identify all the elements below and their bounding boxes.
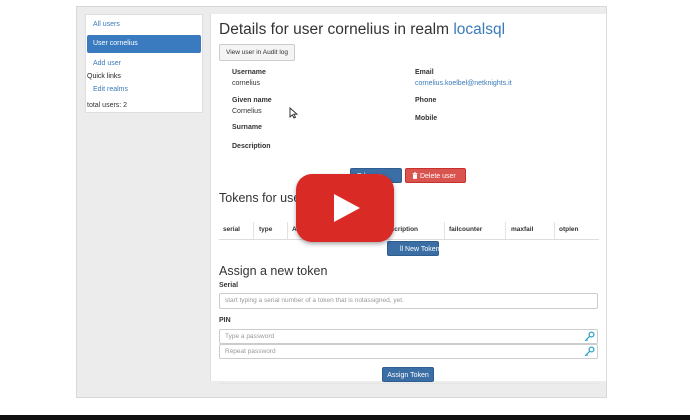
pin-label: PIN xyxy=(219,317,231,324)
key-icon[interactable] xyxy=(584,346,595,357)
assign-token-button[interactable]: Assign Token xyxy=(382,367,434,382)
given-name-value: Cornelius xyxy=(232,108,262,115)
realm-link[interactable]: localsql xyxy=(453,21,505,38)
bottom-bar xyxy=(0,415,690,420)
view-audit-log-button[interactable]: View user in Audit log xyxy=(219,44,296,61)
given-name-label: Given name xyxy=(232,97,272,104)
email-value[interactable]: cornelius.koelbel@netknights.it xyxy=(415,80,512,87)
serial-label: Serial xyxy=(219,282,239,289)
col-divider xyxy=(554,222,555,240)
play-icon xyxy=(334,194,360,222)
key-icon[interactable] xyxy=(584,331,595,342)
page-title: Details for user cornelius in realm loca… xyxy=(219,21,505,39)
col-divider xyxy=(287,222,288,240)
tokens-title: Tokens for user xyxy=(219,191,305,205)
nav-current-user[interactable]: User cornelius xyxy=(87,35,201,53)
main-panel: Details for user cornelius in realm loca… xyxy=(210,14,607,384)
nav-edit-realms[interactable]: Edit realms xyxy=(86,83,202,97)
pin-input[interactable]: Type a password xyxy=(219,329,598,344)
surname-label: Surname xyxy=(232,124,262,131)
pin-placeholder: Type a password xyxy=(225,333,275,340)
col-maxfail: maxfail xyxy=(511,226,534,233)
col-failcounter: failcounter xyxy=(449,226,483,233)
video-play-button[interactable] xyxy=(296,174,394,242)
sidebar: All users User cornelius Add user Quick … xyxy=(85,14,203,113)
col-divider xyxy=(505,222,506,240)
nav-add-user[interactable]: Add user xyxy=(86,57,202,71)
panel-divider xyxy=(219,383,599,384)
page-title-text: Details for user cornelius in realm xyxy=(219,21,450,38)
username-label: Username xyxy=(232,69,266,76)
col-divider xyxy=(253,222,254,240)
assign-title: Assign a new token xyxy=(219,264,328,278)
quick-links-title: Quick links xyxy=(87,73,121,80)
col-type: type xyxy=(259,226,273,233)
description-label: Description xyxy=(232,143,271,150)
repeat-pin-placeholder: Repeat password xyxy=(225,348,276,355)
mobile-label: Mobile xyxy=(415,115,438,122)
trash-icon xyxy=(412,172,418,179)
mouse-cursor-icon xyxy=(289,107,298,119)
col-divider xyxy=(444,222,445,240)
total-users: total users: 2 xyxy=(87,102,128,109)
enroll-token-button[interactable]: ll New Token xyxy=(387,241,440,256)
col-serial: serial xyxy=(223,226,240,233)
email-label: Email xyxy=(415,69,434,76)
serial-input[interactable]: start typing a serial number of a token … xyxy=(219,293,598,309)
nav-all-users[interactable]: All users xyxy=(86,18,202,32)
table-header-line xyxy=(219,239,599,240)
delete-user-label: Delete user xyxy=(419,173,456,180)
phone-label: Phone xyxy=(415,97,437,104)
repeat-pin-input[interactable]: Repeat password xyxy=(219,344,598,359)
username-value: cornelius xyxy=(232,80,261,87)
col-otplen: otplen xyxy=(559,226,579,233)
delete-user-button[interactable]: Delete user xyxy=(405,168,466,183)
